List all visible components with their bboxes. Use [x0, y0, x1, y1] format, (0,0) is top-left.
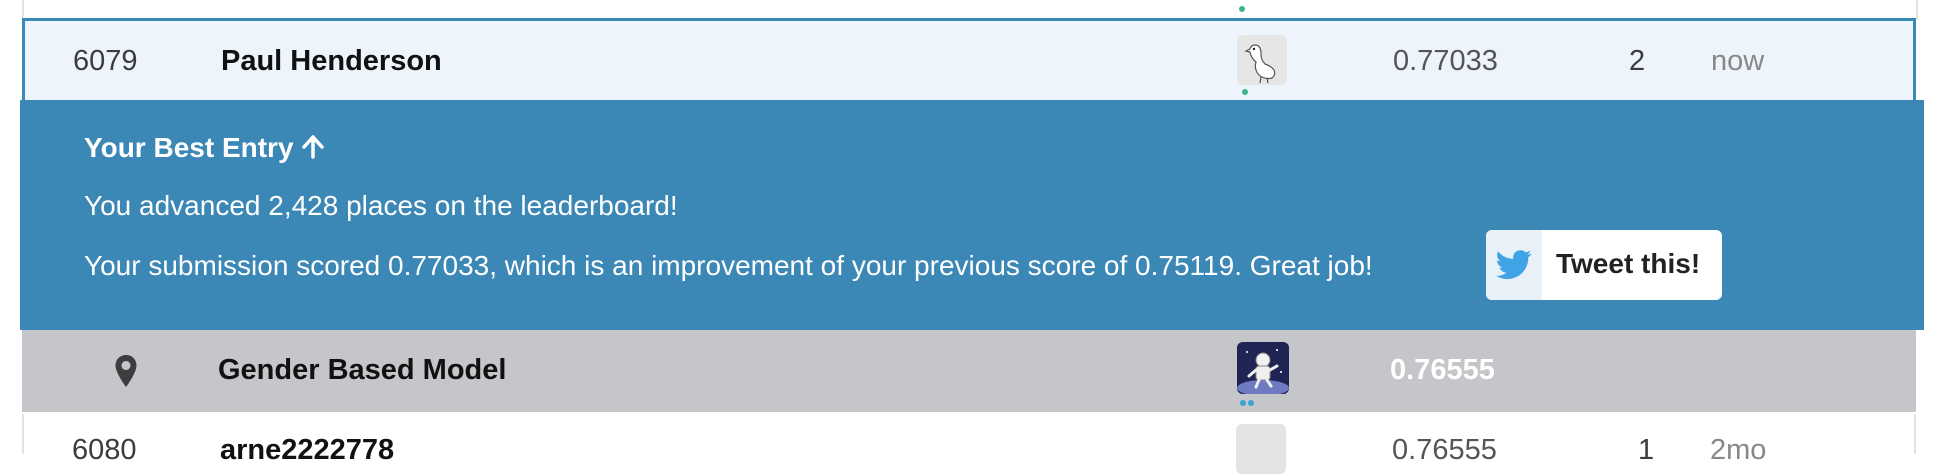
team-name[interactable]: Paul Henderson [221, 45, 442, 78]
leaderboard-row-next[interactable]: 6080 arne2222778 0.76555 1 2mo [22, 414, 1916, 474]
status-dot [1248, 400, 1254, 406]
last-submission: 2mo [1710, 434, 1767, 466]
advanced-message: You advanced 2,428 places on the leaderb… [84, 190, 678, 221]
banner-title: Your Best Entry [84, 132, 324, 166]
twitter-bird-icon [1486, 230, 1542, 300]
team-name[interactable]: arne2222778 [220, 434, 394, 467]
banner-title-text: Your Best Entry [84, 132, 294, 163]
status-dot [1242, 89, 1248, 95]
map-pin-icon [114, 354, 138, 393]
rank: 6079 [73, 45, 138, 77]
status-dot [1239, 6, 1245, 12]
goose-avatar-icon[interactable] [1237, 35, 1287, 85]
leaderboard-row-current[interactable]: 6079 Paul Henderson 0.77033 2 now [22, 18, 1916, 100]
tweet-button[interactable]: Tweet this! [1486, 230, 1722, 300]
benchmark-score: 0.76555 [1390, 354, 1495, 386]
leaderboard-row-partial-top [0, 0, 1954, 20]
entries-count: 1 [1638, 434, 1655, 466]
entries-count: 2 [1629, 45, 1646, 77]
goose-avatar-icon[interactable] [1236, 424, 1286, 474]
status-dot [1240, 400, 1246, 406]
row-border-left [22, 0, 24, 20]
tweet-button-label: Tweet this! [1556, 248, 1701, 279]
last-submission: now [1711, 45, 1765, 77]
rank: 6080 [72, 434, 137, 466]
astronaut-avatar-icon[interactable] [1237, 342, 1289, 394]
score: 0.77033 [1393, 45, 1498, 77]
best-entry-banner: Your Best Entry You advanced 2,428 place… [20, 100, 1924, 330]
arrow-up-icon [301, 134, 324, 166]
score: 0.76555 [1392, 434, 1497, 466]
score-message: Your submission scored 0.77033, which is… [84, 250, 1373, 281]
leaderboard-row-benchmark[interactable]: Gender Based Model 0.76555 [22, 330, 1916, 412]
row-border-right [1916, 0, 1918, 20]
benchmark-name[interactable]: Gender Based Model [218, 354, 506, 387]
